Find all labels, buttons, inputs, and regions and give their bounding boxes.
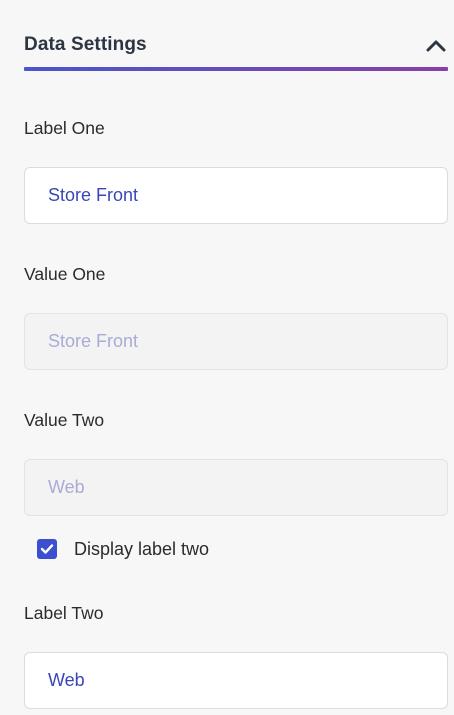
chevron-up-icon[interactable] [424, 33, 448, 57]
display-label-two-checkbox-row[interactable]: Display label two [37, 536, 209, 562]
section-title: Data Settings [24, 34, 147, 55]
value-two-label: Value Two [24, 410, 105, 430]
checkmark-icon [40, 544, 54, 554]
display-label-two-label: Display label two [74, 538, 210, 559]
label-two-label: Label Two [24, 603, 104, 623]
value-one-input: Store Front [24, 313, 448, 370]
display-label-two-checkbox[interactable] [37, 539, 57, 559]
section-header-underline [24, 67, 448, 71]
label-one-input[interactable]: Store Front [24, 167, 448, 224]
data-settings-header[interactable]: Data Settings [24, 30, 448, 60]
label-two-input[interactable]: Web [24, 652, 448, 709]
value-two-input: Web [24, 459, 448, 516]
data-settings-panel: Data Settings Label One Store Front Valu… [0, 0, 454, 715]
value-one-label: Value One [24, 264, 106, 284]
label-one-label: Label One [24, 118, 105, 138]
